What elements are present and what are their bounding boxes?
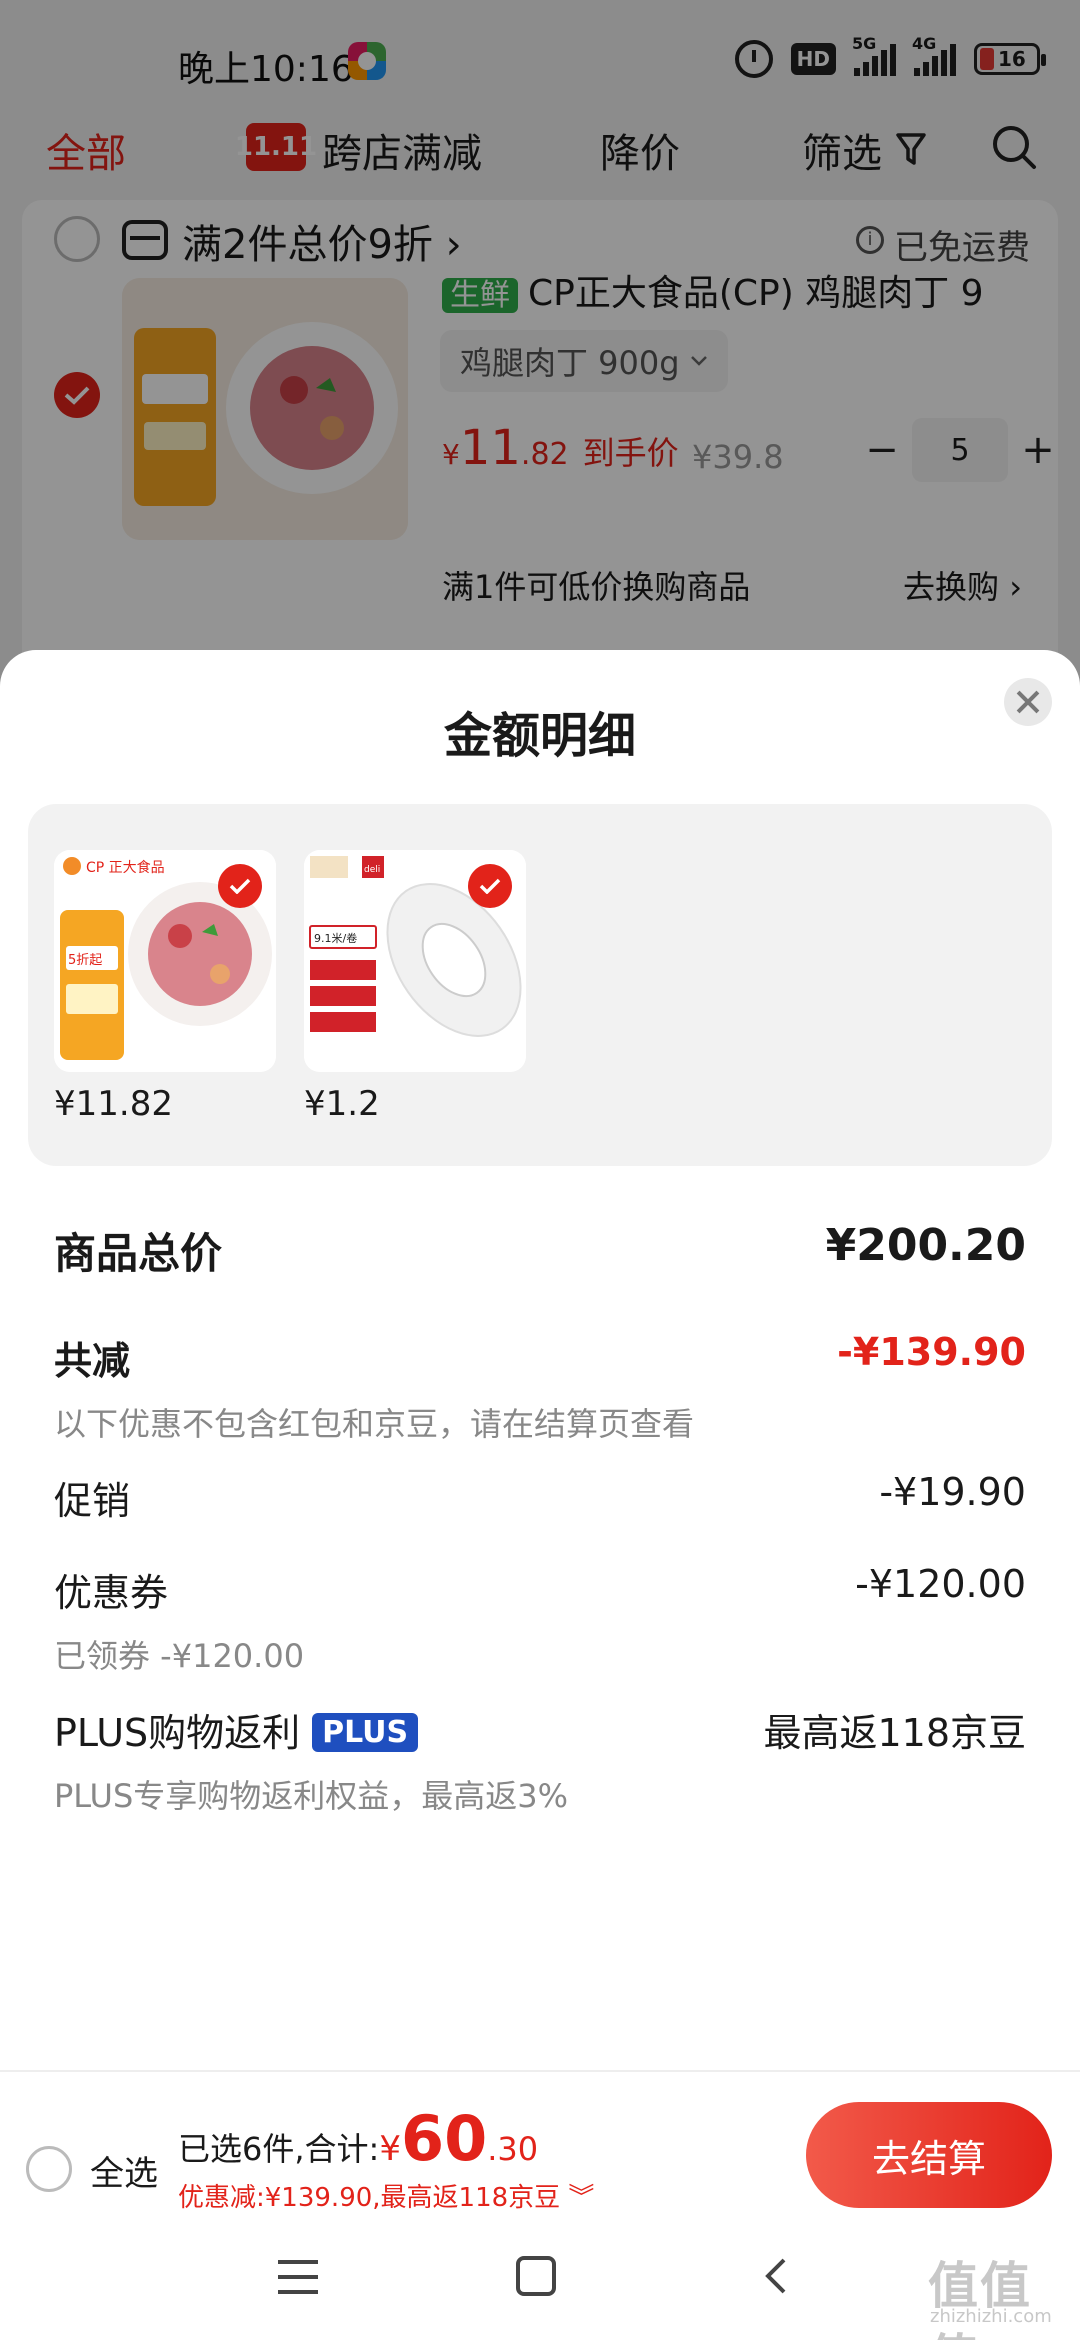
total-price-label: 商品总价 xyxy=(54,1229,223,1278)
total-price-row: 商品总价 ¥200.20 xyxy=(54,1220,1026,1281)
svg-text:deli: deli xyxy=(364,865,380,875)
product-card[interactable]: deli 9.1米/卷 ¥1.2 xyxy=(304,850,526,1124)
select-all-label[interactable]: 全选 xyxy=(90,2146,158,2195)
plus-rebate-row: PLUS购物返利 PLUS 最高返118京豆 PLUS专享购物返利权益，最高返3% xyxy=(54,1702,1026,1817)
close-button[interactable] xyxy=(1004,678,1052,726)
product-checked-icon xyxy=(468,864,512,908)
checkout-summary: 已选6件,合计: ¥ 60 .30 优惠减:¥139.90,最高返118京豆 ︾ xyxy=(178,2102,594,2214)
plus-rebate-label: PLUS购物返利 xyxy=(54,1711,301,1755)
product-price: ¥1.2 xyxy=(304,1084,380,1124)
svg-text:5折起: 5折起 xyxy=(68,953,102,968)
coupon-row: 优惠券 -¥120.00 已领券 -¥120.00 xyxy=(54,1562,1026,1677)
sheet-title: 金额明细 xyxy=(443,708,636,764)
checkout-button[interactable]: 去结算 xyxy=(806,2102,1052,2208)
product-image: deli 9.1米/卷 xyxy=(304,850,526,1072)
product-card[interactable]: CP 正大食品 5折起 ¥11.82 xyxy=(54,850,276,1124)
svg-text:CP 正大食品: CP 正大食品 xyxy=(86,859,165,876)
check-icon xyxy=(229,878,251,894)
system-navigation-bar xyxy=(0,2210,1080,2340)
coupon-value: -¥120.00 xyxy=(855,1562,1026,1606)
promotion-row: 促销 -¥19.90 xyxy=(54,1470,1026,1525)
selected-count: 已选6件,合计: xyxy=(178,2130,380,2168)
amount-detail-sheet: 金额明细 CP 正大食品 5折起 ¥11.82 deli 9.1米/卷 ¥1.2… xyxy=(0,650,1080,2070)
select-all-checkbox[interactable] xyxy=(26,2146,72,2192)
watermark-url: zhizhizhi.com xyxy=(930,2306,1052,2327)
plus-rebate-note: PLUS专享购物返利权益，最高返3% xyxy=(54,1777,569,1815)
product-checked-icon xyxy=(218,864,262,908)
summary-total: 已选6件,合计: ¥ 60 .30 xyxy=(178,2102,539,2175)
total-price-value: ¥200.20 xyxy=(825,1220,1026,1271)
selected-products: CP 正大食品 5折起 ¥11.82 deli 9.1米/卷 ¥1.2 xyxy=(28,804,1052,1166)
back-icon[interactable] xyxy=(760,2256,790,2296)
plus-badge: PLUS xyxy=(312,1713,419,1752)
discount-summary-toggle[interactable]: 优惠减:¥139.90,最高返118京豆 ︾ xyxy=(178,2177,594,2214)
total-amount: 60 xyxy=(400,2102,488,2175)
plus-rebate-value: 最高返118京豆 xyxy=(763,1711,1026,1755)
svg-text:9.1米/卷: 9.1米/卷 xyxy=(314,931,357,945)
menu-icon[interactable] xyxy=(278,2260,318,2294)
product-image: CP 正大食品 5折起 xyxy=(54,850,276,1072)
check-icon xyxy=(479,878,501,894)
checkout-bar: 全选 已选6件,合计: ¥ 60 .30 优惠减:¥139.90,最高返118京… xyxy=(0,2070,1080,2213)
coupon-note: 已领券 -¥120.00 xyxy=(54,1637,305,1675)
discount-row: 共减 -¥139.90 以下优惠不包含红包和京豆，请在结算页查看 xyxy=(54,1330,1026,1445)
home-icon[interactable] xyxy=(516,2256,556,2296)
promotion-value: -¥19.90 xyxy=(879,1470,1026,1514)
product-price: ¥11.82 xyxy=(54,1084,173,1124)
discount-note: 以下优惠不包含红包和京豆，请在结算页查看 xyxy=(54,1405,695,1443)
discount-value: -¥139.90 xyxy=(837,1330,1026,1374)
